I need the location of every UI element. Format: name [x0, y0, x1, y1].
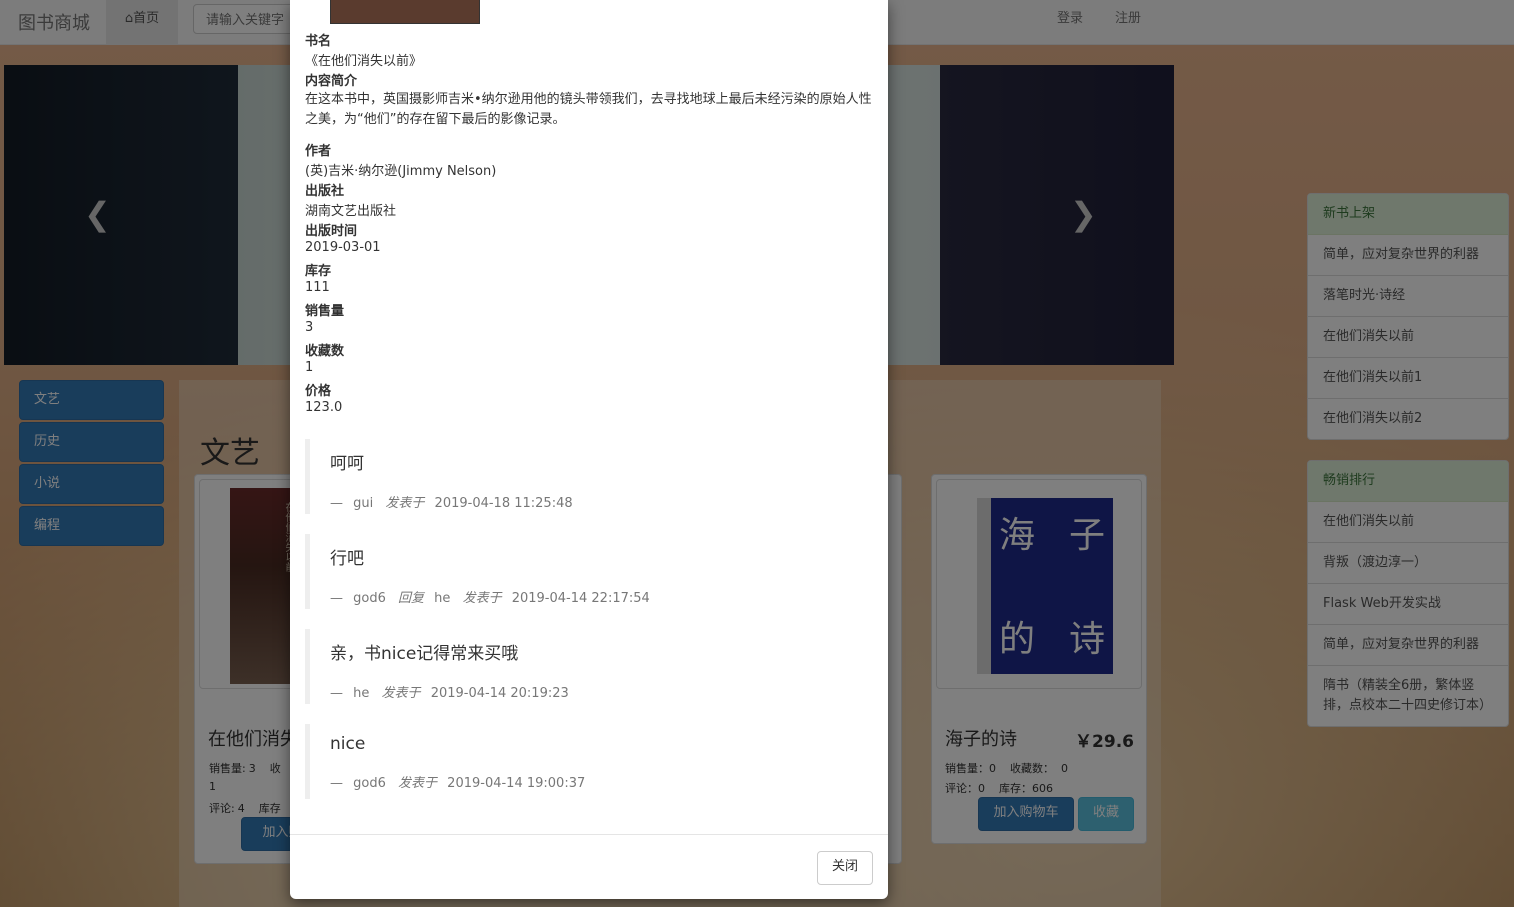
comment-user: god6	[353, 591, 386, 606]
book-detail-modal: 书名 《在他们消失以前》 内容简介 在这本书中，英国摄影师吉米•纳尔逊用他的镜头…	[290, 0, 888, 899]
field-value-favorites: 1	[305, 360, 314, 375]
comment-meta: — god6 回复 he 发表于 2019-04-14 22:17:54	[330, 587, 865, 606]
field-value-pubdate: 2019-03-01	[305, 240, 381, 255]
field-label-author: 作者	[305, 144, 332, 159]
comment-meta: — he 发表于 2019-04-14 20:19:23	[330, 682, 865, 701]
field-value-title: 《在他们消失以前》	[305, 54, 423, 69]
comment-user: he	[353, 686, 370, 701]
comment-meta: — gui 发表于 2019-04-18 11:25:48	[330, 492, 865, 511]
comment-text: nice	[330, 734, 366, 754]
field-value-author: (英)吉米·纳尔逊(Jimmy Nelson)	[305, 164, 497, 179]
field-label-sales: 销售量	[305, 304, 345, 319]
field-value-sales: 3	[305, 320, 314, 335]
field-label-favorites: 收藏数	[305, 344, 345, 359]
field-label-stock: 库存	[305, 264, 332, 279]
comment-time: 2019-04-14 22:17:54	[511, 591, 650, 606]
comment-item: 行吧 — god6 回复 he 发表于 2019-04-14 22:17:54	[305, 534, 865, 609]
comment-text: 呵呵	[330, 454, 364, 474]
comment-meta: — god6 发表于 2019-04-14 19:00:37	[330, 772, 865, 791]
field-label-price: 价格	[305, 384, 332, 399]
book-cover-image	[330, 0, 480, 24]
comment-time: 2019-04-14 19:00:37	[447, 776, 586, 791]
field-label-pubdate: 出版时间	[305, 224, 358, 239]
field-value-price: 123.0	[305, 400, 343, 415]
comment-item: 呵呵 — gui 发表于 2019-04-18 11:25:48	[305, 439, 865, 514]
comment-item: 亲，书nice记得常来买哦 — he 发表于 2019-04-14 20:19:…	[305, 629, 865, 704]
field-label-summary: 内容简介	[305, 74, 358, 89]
field-value-summary: 在这本书中，英国摄影师吉米•纳尔逊用他的镜头带领我们，去寻找地球上最后未经污染的…	[305, 92, 872, 127]
field-label-publisher: 出版社	[305, 184, 345, 199]
field-label-title: 书名	[305, 34, 332, 49]
comment-posted-label: 发表于	[381, 686, 421, 701]
close-button[interactable]: 关闭	[817, 851, 873, 885]
modal-footer: 关闭	[290, 834, 888, 899]
comment-time: 2019-04-18 11:25:48	[434, 496, 573, 511]
comment-posted-label: 发表于	[385, 496, 425, 511]
comment-time: 2019-04-14 20:19:23	[430, 686, 569, 701]
comment-text: 行吧	[330, 549, 364, 569]
comment-user: gui	[353, 496, 374, 511]
comment-dash: —	[330, 496, 343, 511]
comment-posted-label: 发表于	[398, 776, 438, 791]
comment-reply-to: he	[434, 591, 451, 606]
field-value-publisher: 湖南文艺出版社	[305, 204, 397, 219]
comment-item: nice — god6 发表于 2019-04-14 19:00:37	[305, 724, 865, 799]
comment-text: 亲，书nice记得常来买哦	[330, 644, 519, 664]
comment-reply-label: 回复	[398, 591, 425, 606]
comment-posted-label: 发表于	[462, 591, 502, 606]
comment-dash: —	[330, 591, 343, 606]
comment-dash: —	[330, 776, 343, 791]
field-value-stock: 111	[305, 280, 330, 295]
comment-user: god6	[353, 776, 386, 791]
comment-dash: —	[330, 686, 343, 701]
